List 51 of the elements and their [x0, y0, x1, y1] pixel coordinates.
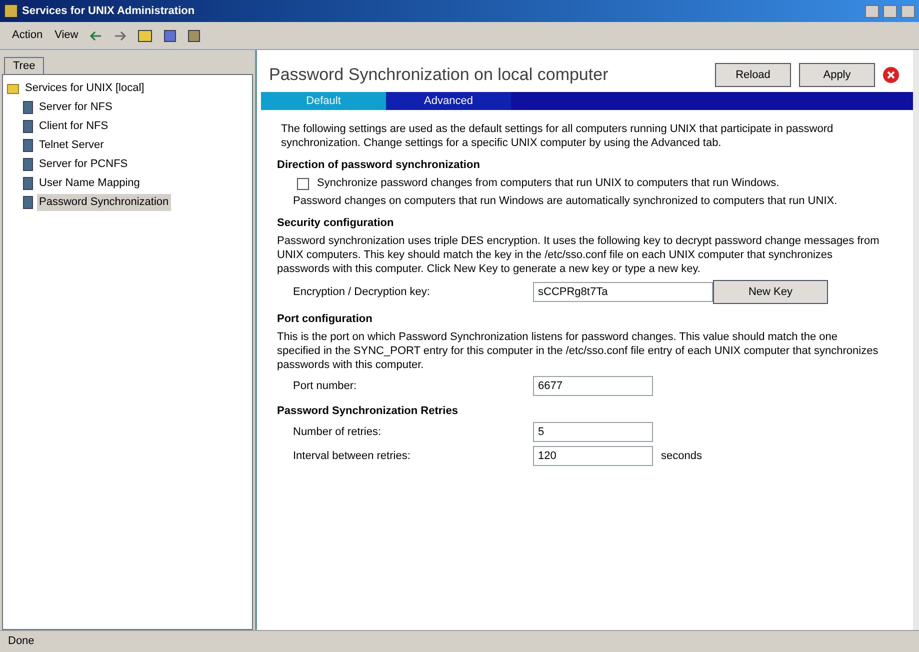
section-heading: Security configuration: [277, 216, 395, 230]
computer-icon: [23, 196, 33, 209]
checkbox-label: Synchronize password changes from computers that run UNIX to computers that run Windows.: [317, 176, 780, 190]
security-text: Password synchronization uses triple DES encryption. It uses the following key to decrypt password change messages from UNIX computers. This key should match the key in the /etc/sso.conf file on each UNIX computer that synchronizes passwords with this computer. Click New Key to generate a new key or type a new key.: [277, 234, 880, 276]
back-icon[interactable]: [90, 30, 102, 40]
intro-text: The following settings are used as the default settings for all computers running UNIX that participate in password synchronization. Change settings for a specific UNIX computer by using the Advanced tab.: [280, 122, 834, 150]
tree-item[interactable]: User Name Mapping: [37, 175, 142, 192]
field-label: Port number:: [293, 379, 358, 393]
tree-item[interactable]: Password Synchronization: [37, 194, 171, 211]
error-icon: [883, 67, 899, 83]
section-heading: Direction of password synchronization: [277, 158, 481, 172]
tab[interactable]: Advanced: [386, 92, 511, 110]
field-label: Number of retries:: [293, 425, 382, 439]
input-field[interactable]: 6677: [533, 376, 653, 396]
tree-item[interactable]: Services for UNIX [local]: [23, 80, 146, 97]
tree-item[interactable]: Server for PCNFS: [37, 156, 130, 173]
field-label: Interval between retries:: [293, 449, 412, 463]
menu-button[interactable]: Action: [12, 27, 43, 44]
page-title: Password Synchronization on local computer: [269, 64, 610, 86]
input-field[interactable]: sCCPRg8t7Ta: [533, 282, 713, 302]
new-key-button[interactable]: New Key: [713, 280, 828, 304]
tree-item[interactable]: Telnet Server: [37, 137, 106, 154]
window-title: Services for UNIX Administration: [22, 4, 196, 19]
note-text: Password changes on computers that run Windows are automatically synchronized to computers that run UNIX.: [292, 194, 838, 208]
minimize-button[interactable]: [865, 4, 879, 18]
computer-icon: [23, 158, 33, 171]
toolbar-button[interactable]: Apply: [799, 63, 875, 87]
unit-label: seconds: [661, 449, 702, 463]
section-heading: Password Synchronization Retries: [277, 404, 459, 418]
maximize-button[interactable]: [883, 4, 897, 18]
close-button[interactable]: [901, 4, 915, 18]
input-field[interactable]: 5: [533, 422, 653, 442]
status-text: Done: [8, 634, 34, 650]
checkbox[interactable]: [297, 178, 309, 190]
field-label: Encryption / Decryption key:: [293, 285, 431, 299]
computer-icon: [23, 177, 33, 190]
section-heading: Port configuration: [277, 312, 374, 326]
forward-icon[interactable]: [114, 30, 126, 40]
tree-item[interactable]: Server for NFS: [37, 99, 114, 116]
input-field[interactable]: 120: [533, 446, 653, 466]
tree-tab[interactable]: Tree: [4, 56, 44, 74]
folder-icon[interactable]: [138, 30, 152, 42]
computer-icon: [23, 101, 33, 114]
folder-icon: [7, 84, 19, 94]
computer-icon: [23, 120, 33, 133]
computer-icon: [23, 139, 33, 152]
tree-item[interactable]: Client for NFS: [37, 118, 110, 135]
app-icon: [4, 4, 18, 18]
toolbar-button[interactable]: Reload: [715, 63, 791, 87]
port-text: This is the port on which Password Synchronization listens for password changes. This value should match the one specified in the SYNC_PORT entry for this computer in the /etc/sso.conf file entry of each UNIX computer that synchronizes passwords with this computer.: [277, 330, 880, 372]
menu-button[interactable]: View: [54, 27, 78, 44]
